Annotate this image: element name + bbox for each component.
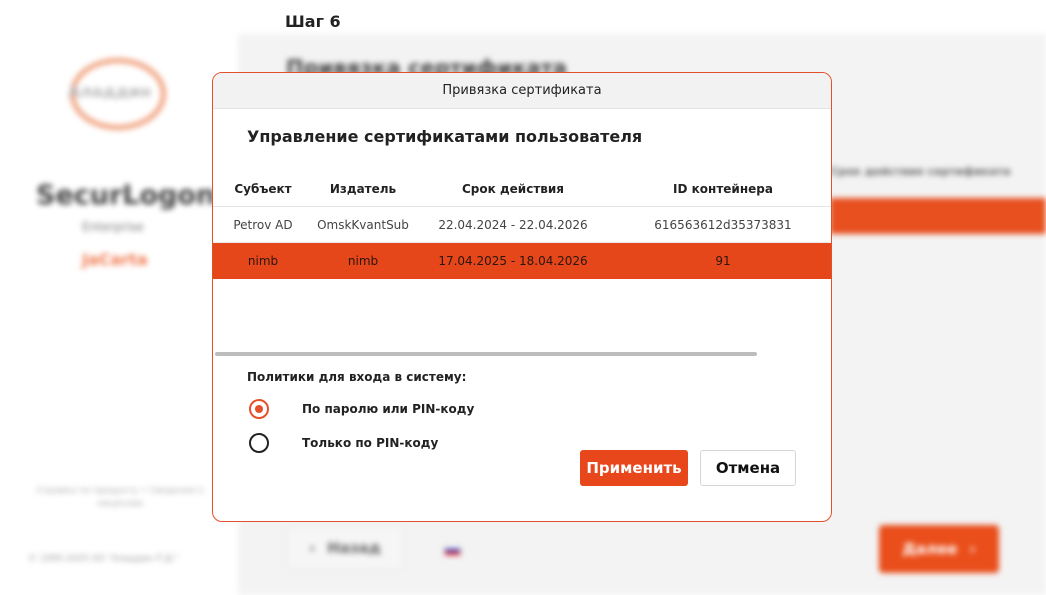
product-tag: JaCarta — [82, 250, 148, 269]
policy-label: Политики для входа в систему: — [247, 370, 467, 384]
apply-button[interactable]: Применить — [580, 450, 688, 486]
copyright: © 1995-2025 АО "Аладдин Р.Д." — [28, 554, 179, 564]
cell-issuer: OmskKvantSub — [317, 217, 409, 232]
table-row-selected[interactable]: nimb nimb 17.04.2025 - 18.04.2026 91 — [213, 243, 831, 279]
cell-container-id: 616563612d35373831 — [654, 217, 792, 232]
policy-option-label: По паролю или PIN-коду — [302, 402, 475, 416]
dialog-title: Привязка сертификата — [442, 83, 602, 98]
cell-container-id: 91 — [715, 254, 731, 268]
sidebar-links[interactable]: Справка по продукту • Сведения о лицензи… — [30, 485, 210, 511]
next-button[interactable]: Далее › — [879, 525, 999, 573]
product-edition: Enterprise — [82, 220, 144, 234]
back-button[interactable]: ‹ Назад — [286, 525, 404, 571]
dialog-heading: Управление сертификатами пользователя — [247, 127, 643, 146]
policy-option-label: Только по PIN-коду — [302, 436, 439, 450]
horizontal-scrollbar[interactable] — [215, 352, 757, 356]
column-header-subject[interactable]: Субъект — [213, 182, 313, 196]
column-header-container-id[interactable]: ID контейнера — [613, 182, 831, 196]
back-button-label: Назад — [327, 539, 381, 557]
brand-logo: Аладдин — [68, 82, 152, 101]
table-header: Субъект Издатель Срок действия ID контей… — [213, 171, 831, 207]
cell-subject: Petrov AD — [233, 217, 293, 232]
product-name: SecurLogon — [36, 180, 216, 211]
policy-option-password-or-pin[interactable]: По паролю или PIN-коду — [249, 399, 474, 419]
cell-issuer: nimb — [347, 254, 379, 268]
cell-validity: 17.04.2025 - 18.04.2026 — [438, 254, 588, 268]
radio-unchecked-icon[interactable] — [249, 433, 269, 453]
chevron-right-icon: › — [969, 540, 976, 558]
chevron-left-icon: ‹ — [309, 539, 316, 557]
step-label: Шаг 6 — [285, 12, 341, 31]
sidebar: Аладдин SecurLogon Enterprise JaCarta Сп… — [0, 0, 238, 595]
column-header-issuer[interactable]: Издатель — [313, 182, 413, 196]
certificates-table: Субъект Издатель Срок действия ID контей… — [213, 171, 831, 279]
radio-checked-icon[interactable] — [249, 399, 269, 419]
russian-flag-icon[interactable] — [444, 544, 461, 556]
dialog-titlebar: Привязка сертификата — [213, 73, 831, 109]
background-column-header: Срок действия сертификата — [830, 165, 1011, 178]
policy-option-pin-only[interactable]: Только по PIN-коду — [249, 433, 438, 453]
cell-subject: nimb — [247, 254, 279, 268]
next-button-label: Далее — [902, 540, 958, 558]
cell-validity: 22.04.2024 - 22.04.2026 — [438, 217, 588, 232]
table-row[interactable]: Petrov AD OmskKvantSub 22.04.2024 - 22.0… — [213, 207, 831, 243]
background-selected-row — [830, 198, 1046, 234]
cancel-button[interactable]: Отмена — [700, 450, 796, 486]
certificate-binding-dialog: Привязка сертификата Управление сертифик… — [212, 72, 832, 522]
column-header-validity[interactable]: Срок действия — [413, 182, 613, 196]
